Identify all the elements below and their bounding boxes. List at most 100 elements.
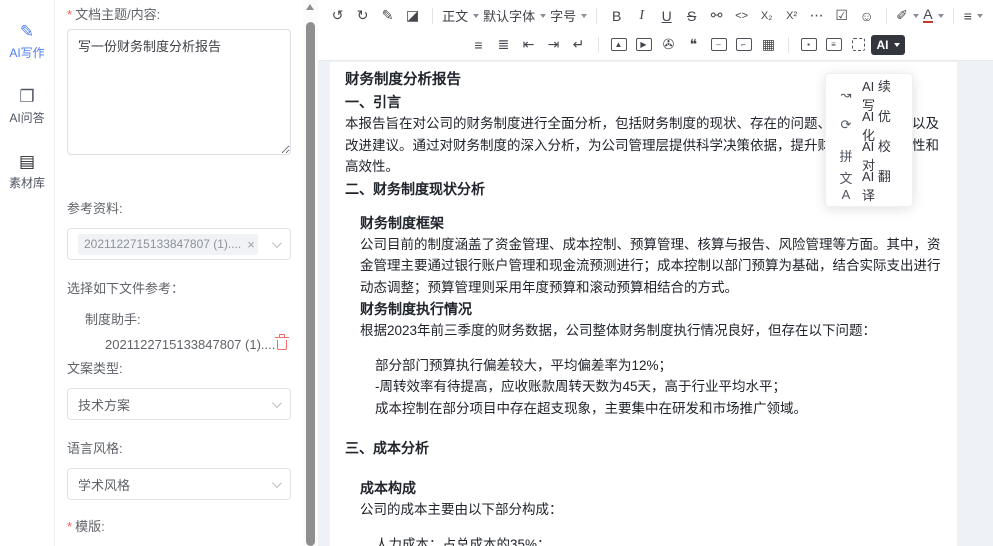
form-scrollbar[interactable] [303,0,318,546]
task-checkbox-icon[interactable]: ☑ [829,4,854,28]
redo-icon: ↻ [357,7,369,24]
reference-select[interactable]: 2021122715133847807 (1).... × [67,228,291,260]
toolbar-separator [886,8,887,24]
font-family-select-label: 默认字体 [483,6,535,25]
strikethrough-icon[interactable]: S [679,4,704,28]
italic-icon: I [639,8,644,24]
undo-icon: ↺ [332,7,344,24]
required-mark: * [67,519,72,534]
font-size-select[interactable]: 字号 [548,4,589,28]
scroll-up-icon[interactable] [306,4,314,10]
reference-file-tag: 2021122715133847807 (1).... × [78,234,258,255]
document-heading: 成本构成 [345,478,941,499]
sidebar-item-3[interactable]: ▤素材库 [0,152,54,191]
sidebar-item-label: AI问答 [9,109,44,126]
chevron-down-icon [272,398,282,408]
undo-icon[interactable]: ↺ [325,4,350,28]
video-icon[interactable]: ▶ [631,33,656,57]
ai-menu-button[interactable]: AI [871,35,905,55]
line-break-icon: ↵ [573,36,585,53]
align-icon[interactable]: ≡ [961,4,986,28]
scrollbar-thumb[interactable] [306,22,315,546]
style-select[interactable]: 学术风格 [67,468,291,500]
doc-type-value: 技术方案 [78,395,130,414]
app-window: ✎AI写作❐AI问答▤素材库 *文档主题/内容: 写一份财务制度分析报告 参考资… [0,0,993,546]
topic-input[interactable]: 写一份财务制度分析报告 [67,29,291,155]
ai-menu-item-4[interactable]: 文AAI 翻译 [826,170,912,200]
sidebar-item-2[interactable]: ❐ AI问答 [0,87,54,126]
fullscreen-icon[interactable] [846,33,871,57]
document-paragraph: 成本控制在部分项目中存在超支现象，主要集中在研发和市场推广领域。 [345,398,941,420]
blockquote-icon[interactable]: ❝ [681,33,706,57]
template-label: *模版: [67,516,291,535]
bold-icon[interactable]: B [604,4,629,28]
file-section-label: 选择如下文件参考： [67,278,291,297]
font-family-select[interactable]: 默认字体 [481,4,548,28]
link-icon[interactable]: ⚯ [704,4,729,28]
indent-icon[interactable]: ⇥ [541,33,566,57]
emoji-icon[interactable]: ☺ [854,4,879,28]
format-painter-icon[interactable]: ✎ [375,4,400,28]
delete-file-icon[interactable] [277,340,287,350]
outdent-icon[interactable]: ⇤ [516,33,541,57]
remove-reference-icon[interactable]: × [247,237,255,252]
subscript-icon[interactable]: X₂ [754,4,779,28]
toolbar-separator [598,37,599,53]
document-heading: 财务制度框架 [345,213,941,234]
table-icon[interactable]: ▦ [756,33,781,57]
caret-down-icon [938,14,944,18]
font-color-icon[interactable]: A [921,4,946,28]
emoji-icon: ☺ [860,8,874,24]
inline-code-icon[interactable]: <> [729,4,754,28]
blockquote-icon: ❝ [690,36,698,53]
toolbar-row-2: ≡ ≣ ⇤ ⇥ ↵ ▲▶ ✇ ❝–⌐ ▦ ▪ ≡ AI [352,30,993,59]
chevron-down-icon [272,478,282,488]
bullet-list-icon[interactable]: ≡ [466,33,491,57]
sidebar-item-label: 素材库 [9,174,45,191]
ai-qa-icon: ❐ [19,87,34,107]
embed-icon[interactable]: ▪ [796,33,821,57]
caret-down-icon [894,43,900,47]
outdent-icon: ⇤ [523,36,535,53]
document-paragraph: -周转效率有待提高，应收账款周转天数为45天，高于行业平均水平； [345,376,941,398]
redo-icon[interactable]: ↻ [350,4,375,28]
print-icon[interactable]: ≡ [821,33,846,57]
nav-sidebar: ✎AI写作 ❐ AI问答 ▤素材库 [0,0,55,546]
ai-menu-button: AI [877,38,889,52]
bullet-list-icon: ≡ [474,37,482,53]
sidebar-item-1[interactable]: ✎AI写作 [0,22,54,61]
highlight-color-icon[interactable]: ✐ [894,4,921,28]
embed-icon: ▪ [801,38,817,51]
attachment-icon[interactable]: ✇ [656,33,681,57]
chevron-down-icon [272,238,282,248]
caret-down-icon [540,14,546,18]
image-icon[interactable]: ▲ [606,33,631,57]
attachment-icon: ✇ [663,36,675,53]
caret-down-icon [581,14,587,18]
ai-dropdown-menu: ↝AI 续写⟳AI 优化拼AI 校对文AAI 翻译 [825,73,913,207]
toolbar-separator [788,37,789,53]
underline-icon[interactable]: U [654,4,679,28]
align-icon: ≡ [964,8,972,24]
underline-icon: U [662,8,672,24]
superscript-icon[interactable]: X² [779,4,804,28]
document-paragraph: 公司目前的制度涵盖了资金管理、成本控制、预算管理、核算与报告、风险管理等方面。其… [345,234,941,299]
line-break-icon[interactable]: ↵ [566,33,591,57]
doc-type-label: 文案类型: [67,358,291,377]
italic-icon[interactable]: I [629,4,654,28]
toolbar-separator [432,8,433,24]
eraser-icon[interactable]: ◪ [400,4,425,28]
indent-icon: ⇥ [548,36,560,53]
ai-writing-icon: ✎ [20,22,34,42]
strikethrough-icon: S [687,8,696,24]
link-icon: ⚯ [711,7,723,24]
document-paragraph: 根据2023年前三季度的财务数据，公司整体财务制度执行情况良好，但存在以下问题： [345,320,941,342]
code-block-icon[interactable]: ⌐ [731,33,756,57]
paragraph-style-select[interactable]: 正文 [440,4,481,28]
ordered-list-icon[interactable]: ≣ [491,33,516,57]
divider-icon[interactable]: – [706,33,731,57]
horizontal-rule-icon[interactable]: ⋯ [804,4,829,28]
code-block-icon: ⌐ [736,38,752,51]
document-heading: 财务制度执行情况 [345,299,941,320]
doc-type-select[interactable]: 技术方案 [67,388,291,420]
